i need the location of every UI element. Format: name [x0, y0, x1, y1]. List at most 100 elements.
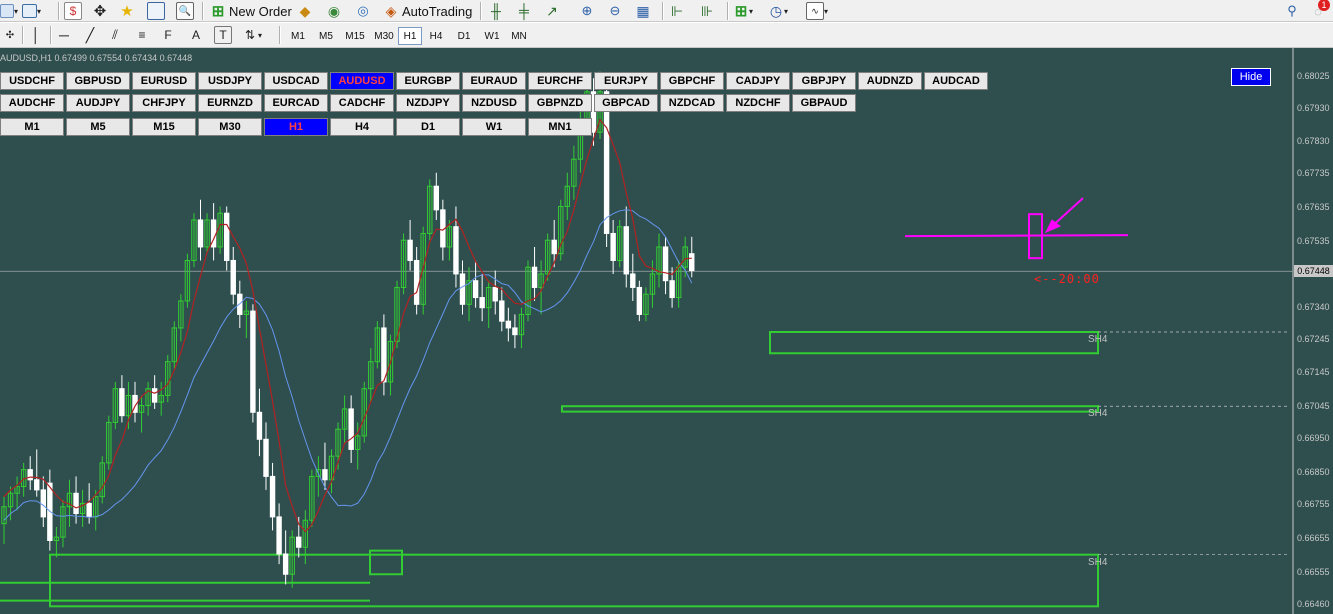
bar-chart-button[interactable]: ╫ — [488, 3, 504, 19]
symbol-button-chfjpy[interactable]: CHFJPY — [132, 94, 196, 112]
symbol-button-audjpy[interactable]: AUDJPY — [66, 94, 130, 112]
trendline-button[interactable]: ╱ — [82, 27, 98, 43]
tf-panel-button-d1[interactable]: D1 — [396, 118, 460, 136]
symbol-button-gbpcad[interactable]: GBPCAD — [594, 94, 658, 112]
timeframe-button-mn[interactable]: MN — [506, 27, 532, 45]
price-tick-label: 0.66755 — [1297, 499, 1330, 510]
symbol-button-eurusd[interactable]: EURUSD — [132, 72, 196, 90]
symbol-button-eurchf[interactable]: EURCHF — [528, 72, 592, 90]
symbol-button-cadjpy[interactable]: CADJPY — [726, 72, 790, 90]
candle-body — [433, 185, 440, 211]
symbol-button-cadchf[interactable]: CADCHF — [330, 94, 394, 112]
hide-button[interactable]: Hide — [1231, 68, 1271, 86]
price-tick-label: 0.66950 — [1297, 433, 1330, 444]
metaeditor-button[interactable]: ◆ — [297, 3, 313, 19]
chart-shift-icon: ⊪ — [700, 2, 714, 19]
symbol-button-eurjpy[interactable]: EURJPY — [594, 72, 658, 90]
tf-panel-button-h4[interactable]: H4 — [330, 118, 394, 136]
tf-panel-button-h1[interactable]: H1 — [264, 118, 328, 136]
file-dropdown[interactable]: ▾ — [0, 3, 18, 19]
terminal-button[interactable] — [147, 2, 165, 20]
new-order-button[interactable]: ⊞ New Order — [210, 3, 292, 20]
channel-button[interactable]: ⫽ — [107, 27, 123, 43]
timeframe-button-h1[interactable]: H1 — [398, 27, 422, 45]
timeframe-button-m1[interactable]: M1 — [284, 27, 312, 45]
symbol-button-eurcad[interactable]: EURCAD — [264, 94, 328, 112]
indicators-button[interactable]: ⊞ ▾ — [733, 3, 753, 20]
favorites-button[interactable]: ★ — [119, 3, 135, 20]
market-button[interactable]: ◎ — [355, 3, 371, 19]
candle-body — [459, 273, 466, 305]
tf-panel-button-m1[interactable]: M1 — [0, 118, 64, 136]
tf-panel-button-m15[interactable]: M15 — [132, 118, 196, 136]
signals-button[interactable]: ◉ — [326, 3, 342, 19]
tf-panel-button-m5[interactable]: M5 — [66, 118, 130, 136]
timeframe-button-w1[interactable]: W1 — [478, 27, 506, 45]
symbol-button-gbpaud[interactable]: GBPAUD — [792, 94, 856, 112]
periods-button[interactable]: ◷ ▾ — [768, 3, 788, 19]
symbol-button-nzdcad[interactable]: NZDCAD — [660, 94, 724, 112]
tf-panel-button-m30[interactable]: M30 — [198, 118, 262, 136]
symbol-button-gbpchf[interactable]: GBPCHF — [660, 72, 724, 90]
text-button[interactable]: A — [188, 27, 204, 43]
timeframe-button-m30[interactable]: M30 — [370, 27, 398, 45]
candlestick-button[interactable]: ╪ — [516, 3, 532, 19]
symbol-button-eurnzd[interactable]: EURNZD — [198, 94, 262, 112]
autotrading-button[interactable]: ◈ AutoTrading — [383, 3, 473, 19]
time-annotation: <--20:00 — [1034, 272, 1100, 286]
candle-body — [413, 259, 420, 305]
symbol-button-gbpusd[interactable]: GBPUSD — [66, 72, 130, 90]
timeframe-button-h4[interactable]: H4 — [422, 27, 450, 45]
chart-window[interactable]: AUDUSD,H1 0.67499 0.67554 0.67434 0.6744… — [0, 48, 1333, 614]
tf-panel-button-mn1[interactable]: MN1 — [528, 118, 592, 136]
symbol-button-nzdchf[interactable]: NZDCHF — [726, 94, 790, 112]
symbol-button-audusd[interactable]: AUDUSD — [330, 72, 394, 90]
price-tick-label: 0.66850 — [1297, 467, 1330, 478]
candle-body — [610, 232, 616, 261]
vertical-line-button[interactable]: │ — [28, 27, 44, 43]
symbol-button-nzdjpy[interactable]: NZDJPY — [396, 94, 460, 112]
zone-label: SH4 — [1088, 408, 1108, 420]
equidistant-button[interactable]: ≡ — [134, 27, 150, 43]
tf-panel-button-w1[interactable]: W1 — [462, 118, 526, 136]
label-button[interactable]: T — [214, 26, 232, 44]
symbol-button-usdchf[interactable]: USDCHF — [0, 72, 64, 90]
line-chart-button[interactable]: ↗ — [544, 3, 560, 19]
symbol-button-gbpnzd[interactable]: GBPNZD — [528, 94, 592, 112]
price-tick-label: 0.67245 — [1297, 333, 1330, 344]
timeframe-button-d1[interactable]: D1 — [450, 27, 478, 45]
symbol-button-audnzd[interactable]: AUDNZD — [858, 72, 922, 90]
arrows-button[interactable]: ⇅ ▾ — [242, 27, 262, 43]
symbol-button-gbpjpy[interactable]: GBPJPY — [792, 72, 856, 90]
market-watch-button[interactable]: $ — [64, 2, 82, 20]
profiles-button[interactable]: ▾ — [22, 3, 41, 19]
symbol-button-usdcad[interactable]: USDCAD — [264, 72, 328, 90]
symbol-button-audchf[interactable]: AUDCHF — [0, 94, 64, 112]
chart-shift-button[interactable]: ⊪ — [699, 3, 715, 19]
zoom-in-button[interactable]: ⊕ — [579, 3, 595, 19]
crosshair-button[interactable]: ✥ — [92, 3, 108, 20]
timeframe-button-m5[interactable]: M5 — [312, 27, 340, 45]
symbol-button-nzdusd[interactable]: NZDUSD — [462, 94, 526, 112]
zone-label: SH4 — [1088, 333, 1108, 345]
clock-icon: ◷ — [769, 2, 783, 19]
templates-icon: ∿ — [806, 2, 824, 20]
candle-body — [623, 226, 629, 275]
symbol-button-eurgbp[interactable]: EURGBP — [396, 72, 460, 90]
horizontal-line-button[interactable]: ─ — [56, 27, 72, 43]
templates-button[interactable]: ∿ ▾ — [806, 2, 828, 20]
scroll-icon-button[interactable]: ✣ — [2, 27, 18, 43]
symbol-button-euraud[interactable]: EURAUD — [462, 72, 526, 90]
auto-scroll-icon: ⊩ — [670, 2, 684, 19]
symbol-button-usdjpy[interactable]: USDJPY — [198, 72, 262, 90]
timeframe-button-m15[interactable]: M15 — [340, 27, 370, 45]
fibonacci-button[interactable]: F — [160, 27, 176, 43]
search-button[interactable]: ⚲ — [1284, 3, 1300, 19]
tile-windows-button[interactable]: ▦ — [635, 3, 651, 19]
candle-body — [151, 388, 158, 403]
auto-scroll-button[interactable]: ⊩ — [669, 3, 685, 19]
zoom-out-button[interactable]: ⊖ — [607, 3, 623, 19]
notifications-button[interactable]: ◌ 1 — [1310, 0, 1330, 19]
tester-button[interactable]: 🔍 — [176, 2, 194, 20]
symbol-button-audcad[interactable]: AUDCAD — [924, 72, 988, 90]
